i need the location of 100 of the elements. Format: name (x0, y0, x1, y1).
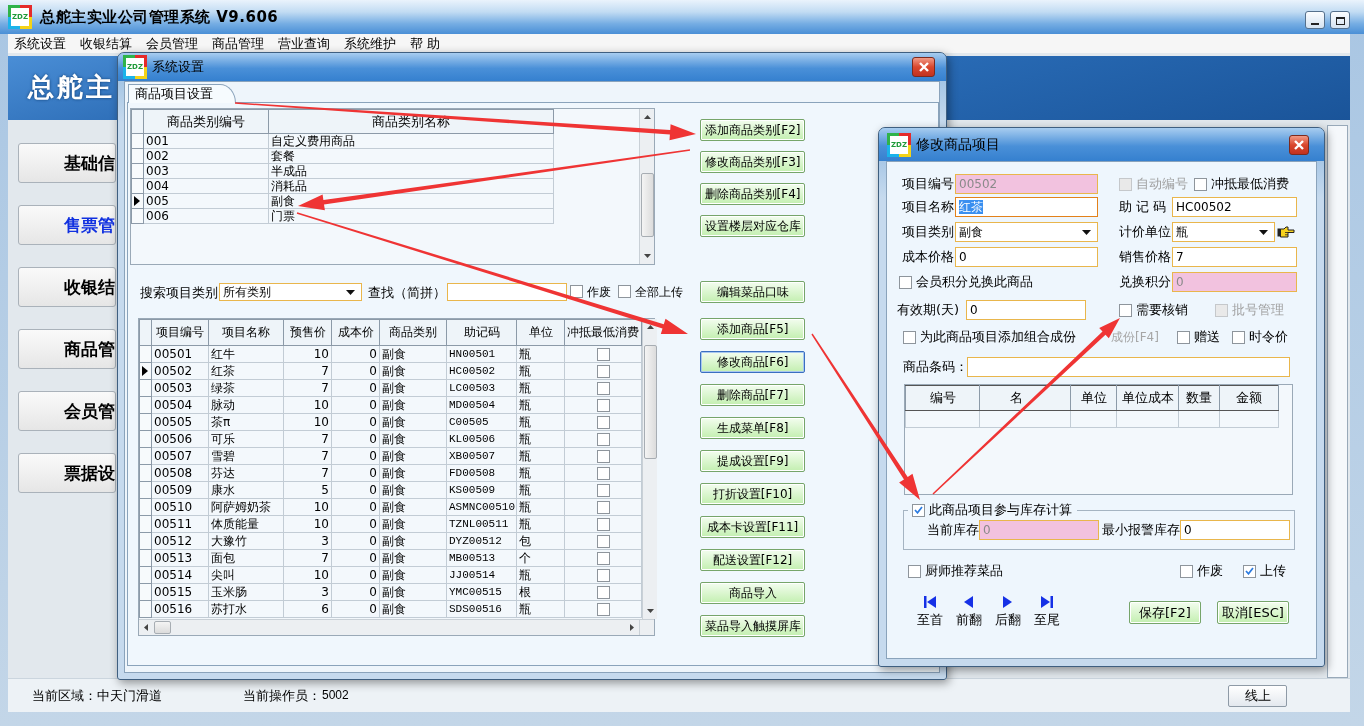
sidebar-button[interactable]: 会员管 (18, 391, 116, 431)
checkbox[interactable] (596, 585, 610, 599)
menu-item[interactable]: 会员管理 (142, 34, 202, 53)
menu-item[interactable]: 商品管理 (208, 34, 268, 53)
sidebar-button[interactable]: 收银结 (18, 267, 116, 307)
text-field[interactable]: 7 (1172, 247, 1297, 267)
column-header[interactable]: 单位 (1070, 385, 1117, 411)
action-button[interactable]: 打折设置[F10] (700, 483, 805, 505)
nav-button[interactable]: 至尾 (1027, 595, 1066, 628)
close-button[interactable] (912, 57, 935, 77)
nav-button[interactable]: 后翻 (988, 595, 1027, 628)
menu-item[interactable]: 系统维护 (340, 34, 400, 53)
dropdown-field[interactable]: 瓶 (1172, 222, 1275, 242)
checkbox[interactable] (596, 517, 610, 531)
nav-button[interactable]: 前翻 (949, 595, 988, 628)
scrollbar-thumb[interactable] (640, 173, 654, 237)
scrollbar-thumb[interactable] (154, 621, 171, 634)
column-header[interactable]: 数量 (1178, 385, 1220, 411)
text-field[interactable]: HC00502 (1172, 197, 1297, 217)
action-button[interactable]: 保存[F2] (1129, 601, 1201, 624)
menu-item[interactable]: 系统设置 (10, 34, 70, 53)
scroll-down-icon[interactable] (646, 609, 654, 613)
sidebar-button[interactable]: 商品管 (18, 329, 116, 369)
dropdown-field[interactable]: 所有类别 (219, 283, 362, 301)
scrollbar[interactable] (139, 619, 639, 635)
checkbox[interactable] (1232, 330, 1245, 344)
row-header-cell[interactable] (139, 498, 152, 516)
sidebar-button[interactable]: 基础信 (18, 143, 116, 183)
column-header[interactable]: 商品类别 (379, 319, 447, 346)
action-button[interactable]: 删除商品类别[F4] (700, 183, 805, 205)
text-field[interactable] (967, 357, 1290, 377)
row-header-cell[interactable] (139, 430, 152, 448)
mode-button[interactable]: 线上 (1228, 684, 1287, 707)
checkbox[interactable] (908, 564, 921, 578)
maximize-button[interactable] (1330, 11, 1350, 29)
checkbox[interactable] (596, 483, 610, 497)
column-header[interactable]: 项目名称 (208, 319, 284, 346)
action-button[interactable]: 配送设置[F12] (700, 549, 805, 571)
action-button[interactable]: 修改商品类别[F3] (700, 151, 805, 173)
minimize-button[interactable] (1305, 11, 1325, 29)
scroll-left-icon[interactable] (144, 624, 148, 631)
menu-item[interactable]: 帮 助 (406, 34, 445, 53)
text-field[interactable]: 0 (955, 247, 1098, 267)
checkbox[interactable] (596, 602, 610, 616)
action-button[interactable]: 提成设置[F9] (700, 450, 805, 472)
sidebar-button[interactable]: 售票管 (18, 205, 116, 245)
action-button[interactable]: 删除商品[F7] (700, 384, 805, 406)
column-header[interactable]: 助记码 (446, 319, 517, 346)
checkbox[interactable] (596, 466, 610, 480)
menu-item[interactable]: 营业查询 (274, 34, 334, 53)
action-button[interactable]: 商品导入 (700, 582, 805, 604)
close-button[interactable] (1289, 134, 1309, 155)
scroll-up-icon[interactable] (646, 325, 654, 329)
action-button[interactable]: 生成菜单[F8] (700, 417, 805, 439)
scrollbar[interactable] (642, 319, 657, 619)
checkbox[interactable] (899, 275, 912, 289)
action-button[interactable]: 成本卡设置[F11] (700, 516, 805, 538)
column-header[interactable]: 金额 (1219, 385, 1279, 411)
row-header-cell[interactable] (131, 178, 144, 194)
row-header-cell[interactable] (139, 464, 152, 482)
action-button[interactable]: 取消[ESC] (1217, 601, 1289, 624)
action-button[interactable]: 添加商品[F5] (700, 318, 805, 340)
action-button[interactable]: 菜品导入触摸屏库 (700, 615, 805, 637)
checkbox[interactable] (903, 330, 916, 344)
column-header[interactable]: 预售价 (283, 319, 332, 346)
dropdown-field[interactable]: 副食 (955, 222, 1098, 242)
checkbox[interactable] (912, 503, 925, 517)
text-field[interactable]: 0 (1180, 520, 1290, 540)
checkbox[interactable] (596, 432, 610, 446)
checkbox[interactable] (596, 398, 610, 412)
nav-button[interactable]: 至首 (910, 595, 949, 628)
tab[interactable]: 商品项目设置 (128, 84, 236, 103)
checkbox[interactable] (596, 551, 610, 565)
column-header[interactable]: 单位 (516, 319, 565, 346)
column-header[interactable]: 编号 (905, 385, 980, 411)
search-field[interactable] (447, 283, 567, 301)
scrollbar[interactable] (639, 109, 654, 264)
row-header-cell[interactable] (131, 148, 144, 164)
column-header[interactable]: 名 (979, 385, 1071, 411)
action-button[interactable]: 修改商品[F6] (700, 351, 805, 373)
checkbox[interactable] (618, 285, 631, 299)
column-header[interactable]: 单位成本 (1116, 385, 1179, 411)
action-button[interactable]: 编辑菜品口味 (700, 281, 805, 303)
checkbox[interactable] (596, 415, 610, 429)
checkbox[interactable] (1119, 303, 1132, 317)
column-header[interactable]: 项目编号 (151, 319, 209, 346)
checkbox[interactable] (1194, 177, 1207, 191)
scrollbar-thumb[interactable] (643, 345, 657, 459)
sidebar-button[interactable]: 票据设 (18, 453, 116, 493)
checkbox[interactable] (596, 534, 610, 548)
menu-item[interactable]: 收银结算 (76, 34, 136, 53)
column-header[interactable]: 冲抵最低消费 (564, 319, 642, 346)
action-button[interactable]: 添加商品类别[F2] (700, 119, 805, 141)
row-header-cell[interactable] (139, 362, 152, 380)
checkbox[interactable] (1243, 564, 1256, 578)
row-header-cell[interactable] (139, 566, 152, 584)
checkbox[interactable] (596, 364, 610, 378)
checkbox[interactable] (596, 568, 610, 582)
checkbox[interactable] (1177, 330, 1190, 344)
scroll-down-icon[interactable] (643, 254, 651, 258)
